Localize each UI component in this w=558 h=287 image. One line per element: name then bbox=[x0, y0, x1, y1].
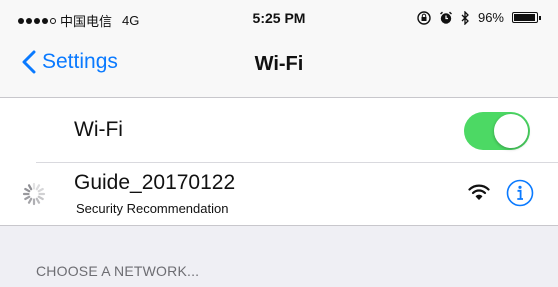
alarm-icon bbox=[440, 11, 452, 24]
toggle-knob bbox=[494, 114, 528, 148]
wifi-signal-icon bbox=[468, 184, 490, 200]
network-subtitle: Security Recommendation bbox=[76, 201, 229, 216]
page-title: Wi-Fi bbox=[254, 53, 304, 75]
network-name: Guide_20170122 bbox=[74, 171, 236, 194]
navigation-bar: Settings Wi-Fi bbox=[0, 36, 558, 98]
loading-spinner-icon bbox=[22, 182, 46, 206]
lock-rotation-icon bbox=[417, 10, 431, 25]
battery-icon bbox=[512, 12, 541, 23]
wifi-toggle-row: Wi-Fi bbox=[0, 98, 558, 162]
info-icon[interactable] bbox=[506, 179, 534, 207]
wifi-label: Wi-Fi bbox=[74, 118, 123, 141]
wifi-toggle[interactable] bbox=[464, 112, 530, 150]
bluetooth-icon bbox=[461, 10, 469, 25]
wifi-settings-screen: 中国电信 4G 5:25 PM 96% Settings Wi-Fi Wi-Fi… bbox=[0, 0, 558, 287]
status-bar: 中国电信 4G 5:25 PM 96% bbox=[0, 0, 558, 36]
current-network-row[interactable]: Guide_20170122 Security Recommendation bbox=[0, 163, 558, 225]
status-right: 96% bbox=[417, 10, 541, 25]
wifi-group: Wi-Fi Guide_20170122 Security Recommenda… bbox=[0, 98, 558, 226]
battery-percent: 96% bbox=[477, 10, 504, 25]
battery-level bbox=[514, 14, 536, 21]
section-header-choose-network: CHOOSE A NETWORK... bbox=[36, 263, 200, 279]
